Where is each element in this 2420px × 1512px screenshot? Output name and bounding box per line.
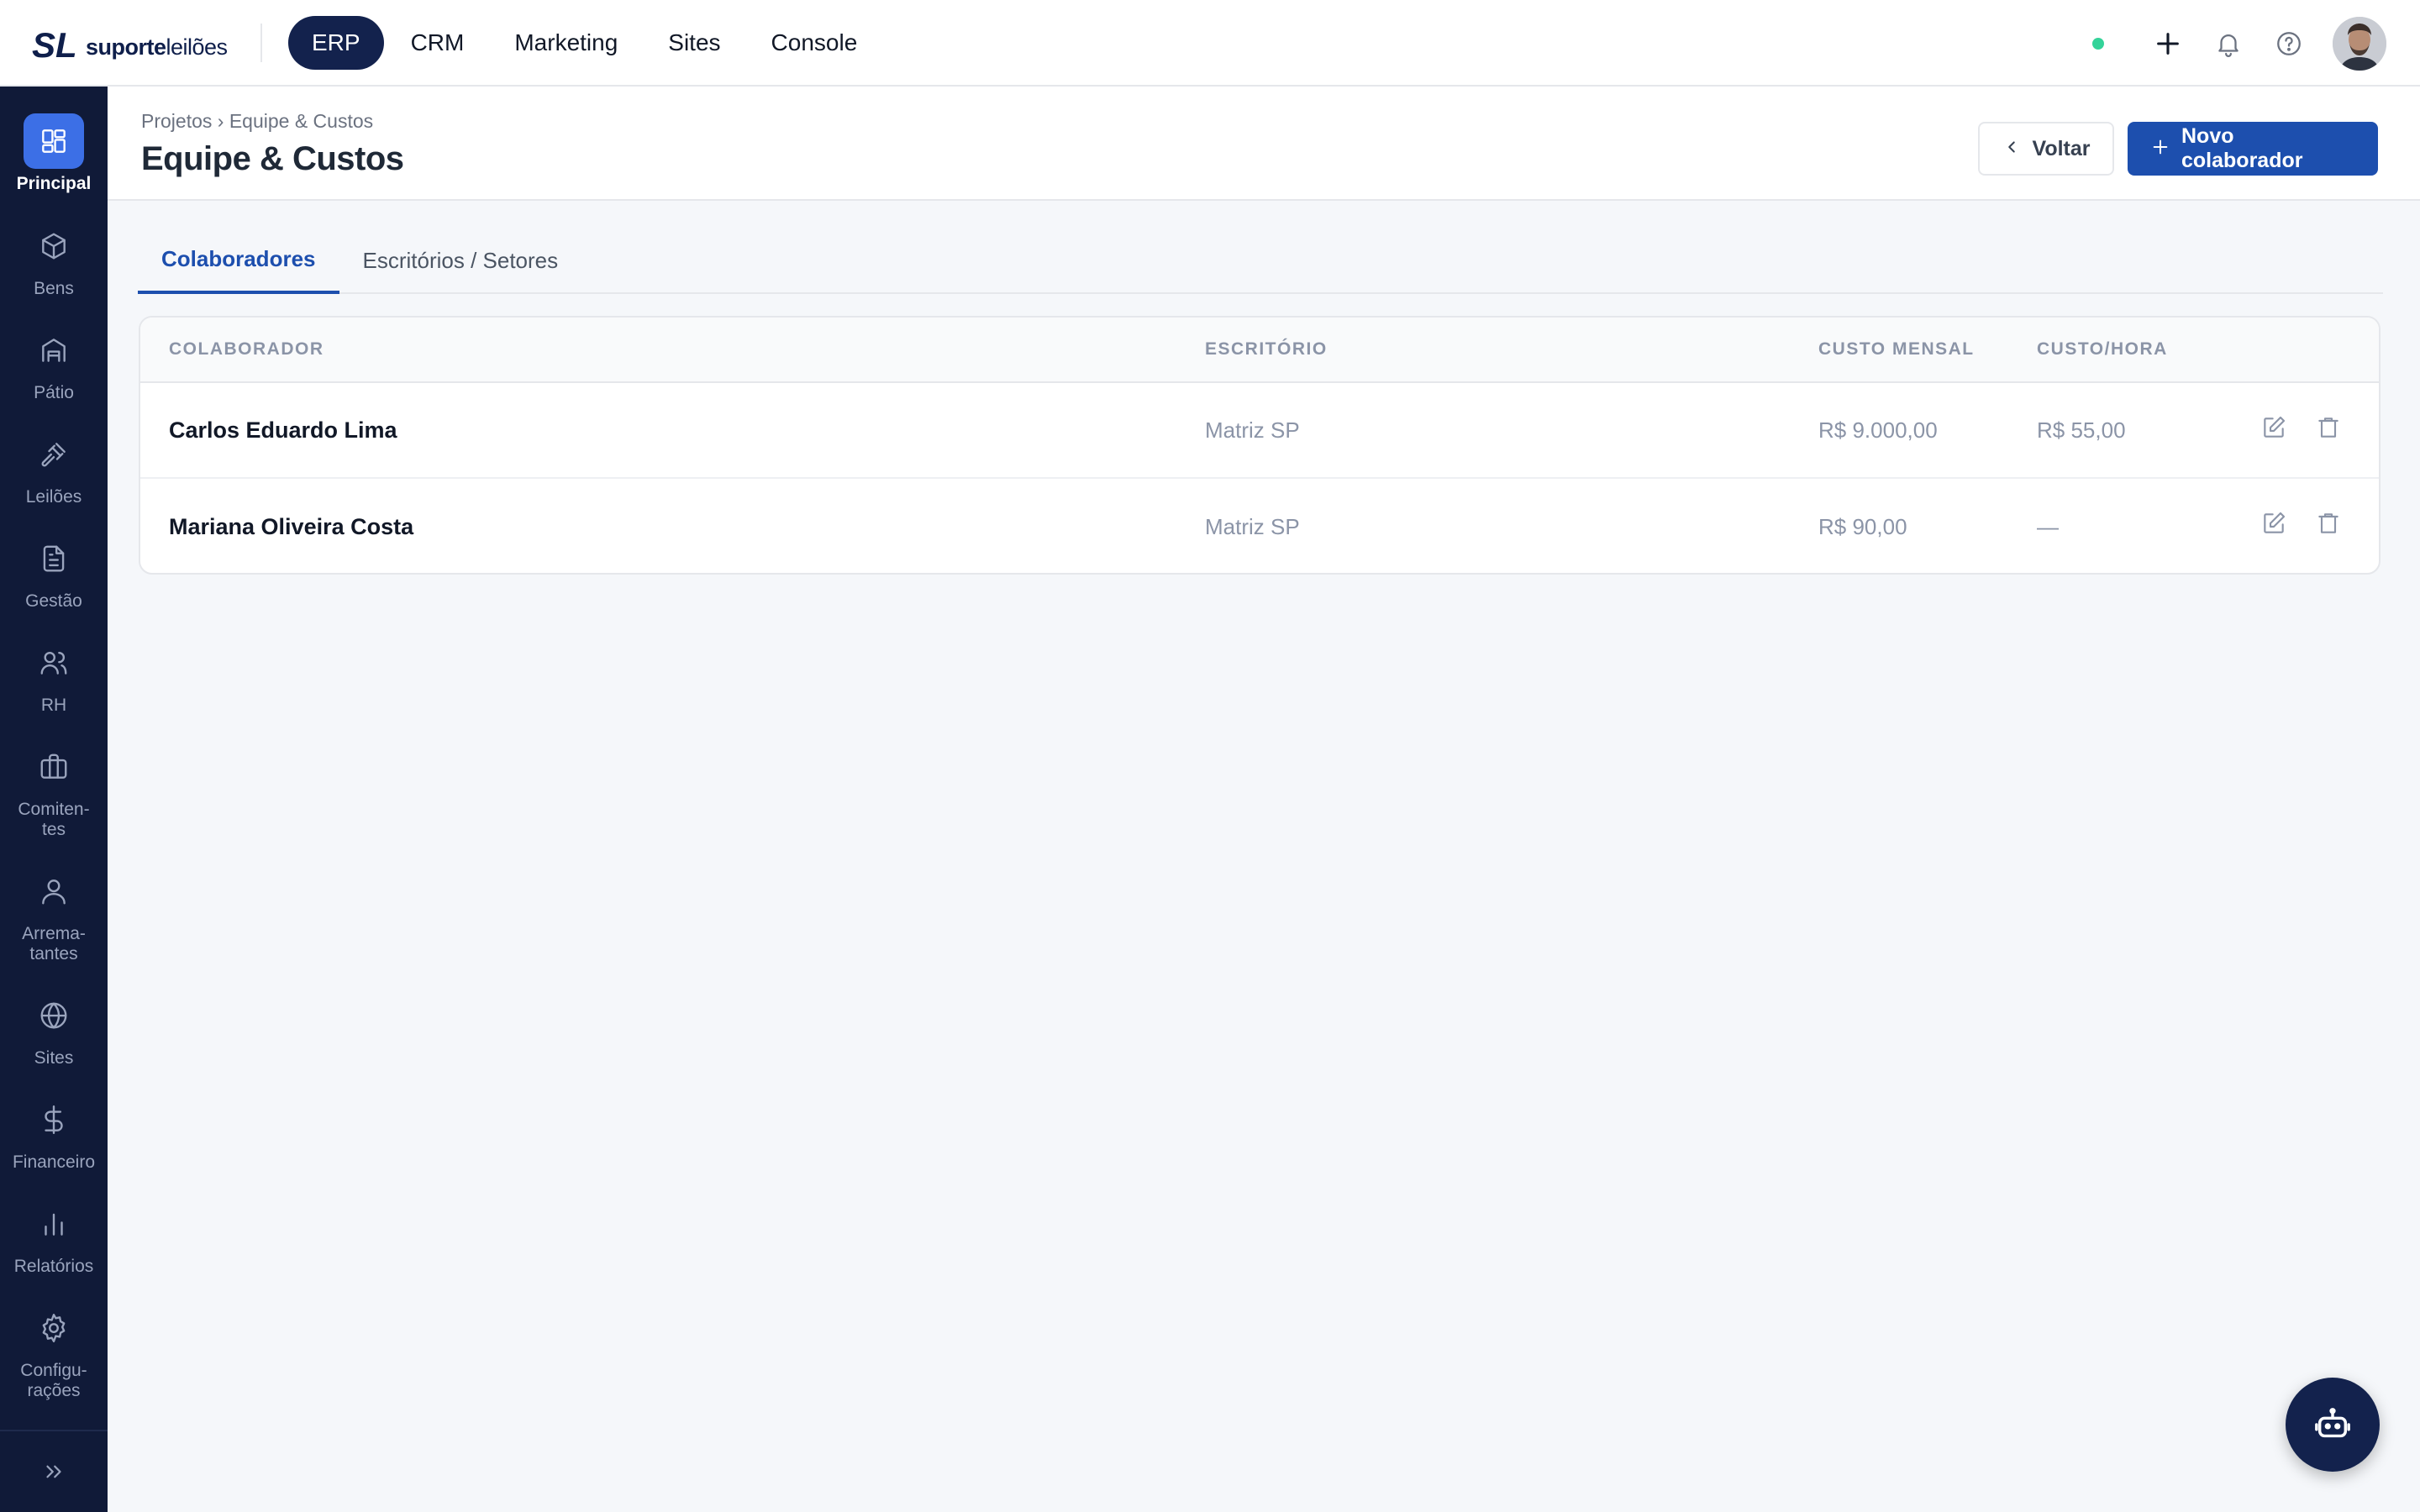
collaborators-table: COLABORADOR ESCRITÓRIO CUSTO MENSAL CUST… bbox=[139, 316, 2381, 575]
sidebar-item-label: Relatórios bbox=[13, 1257, 94, 1276]
gear-icon bbox=[24, 1300, 84, 1356]
sidebar-item-label: Sites bbox=[34, 1048, 74, 1068]
office-cell: Matriz SP bbox=[1205, 513, 1300, 539]
column-header-hourly-cost: CUSTO/HORA bbox=[2037, 339, 2168, 359]
tab-1[interactable]: Escritórios / Setores bbox=[339, 227, 582, 294]
sidebar-item-4[interactable]: Gestão bbox=[0, 531, 108, 635]
breadcrumb[interactable]: Projetos › Equipe & Custos bbox=[141, 110, 373, 133]
sidebar-item-2[interactable]: Pátio bbox=[0, 323, 108, 427]
office-cell: Matriz SP bbox=[1205, 417, 1300, 443]
sidebar-item-5[interactable]: RH bbox=[0, 635, 108, 739]
new-collaborator-button[interactable]: Novo colaborador bbox=[2128, 122, 2378, 176]
logo-mark-icon: SL bbox=[32, 25, 77, 64]
svg-text:SL: SL bbox=[32, 25, 77, 64]
sidebar-item-11[interactable]: Configu- rações bbox=[0, 1300, 108, 1425]
topnav-erp[interactable]: ERP bbox=[288, 16, 384, 70]
help-icon[interactable] bbox=[2274, 29, 2304, 59]
page-header: Projetos › Equipe & Custos Equipe & Cust… bbox=[108, 87, 2420, 201]
sidebar-item-label: Comiten- tes bbox=[18, 800, 90, 839]
plus-icon bbox=[2151, 135, 2170, 162]
brand-logo[interactable]: SL suporteleilões bbox=[32, 24, 228, 64]
bell-icon[interactable] bbox=[2213, 29, 2244, 59]
chevron-left-icon bbox=[2002, 135, 2021, 162]
sidebar-item-label: Principal bbox=[16, 174, 92, 193]
sidebar-item-3[interactable]: Leilões bbox=[0, 427, 108, 531]
tab-bar: Colaboradores Escritórios / Setores bbox=[138, 227, 2383, 294]
sidebar-item-8[interactable]: Sites bbox=[0, 988, 108, 1092]
online-status-indicator bbox=[2092, 38, 2104, 50]
brand-name: suporteleilões bbox=[86, 34, 228, 60]
document-icon bbox=[24, 531, 84, 586]
topbar-actions bbox=[2092, 17, 2386, 71]
edit-icon[interactable] bbox=[2260, 414, 2294, 448]
back-button-label: Voltar bbox=[2032, 136, 2091, 160]
column-header-monthly-cost: CUSTO MENSAL bbox=[1818, 339, 1975, 359]
robot-icon bbox=[2315, 1408, 2350, 1438]
topnav-sites[interactable]: Sites bbox=[644, 16, 744, 70]
plus-icon[interactable] bbox=[2153, 29, 2183, 59]
warehouse-icon bbox=[24, 323, 84, 378]
edit-icon[interactable] bbox=[2260, 510, 2294, 543]
trash-icon[interactable] bbox=[2315, 414, 2349, 448]
assistant-bot-button[interactable] bbox=[2286, 1378, 2380, 1472]
sidebar-item-label: Bens bbox=[34, 279, 74, 298]
gavel-icon bbox=[24, 427, 84, 482]
sidebar-item-10[interactable]: Relatórios bbox=[0, 1196, 108, 1300]
back-button[interactable]: Voltar bbox=[1978, 122, 2114, 176]
sidebar-item-9[interactable]: Financeiro bbox=[0, 1092, 108, 1196]
sidebar-item-label: Gestão bbox=[25, 591, 82, 611]
collaborator-name: Mariana Oliveira Costa bbox=[169, 513, 414, 539]
table-row[interactable]: Mariana Oliveira Costa Matriz SP R$ 90,00 — bbox=[140, 479, 2379, 573]
briefcase-icon bbox=[24, 739, 84, 795]
module-nav: ERP CRM Marketing Sites Console bbox=[288, 16, 884, 70]
topnav-console[interactable]: Console bbox=[748, 16, 881, 70]
sidebar-item-label: Financeiro bbox=[12, 1152, 96, 1172]
column-header-collaborator: COLABORADOR bbox=[169, 339, 324, 359]
expand-sidebar-button[interactable] bbox=[0, 1430, 108, 1512]
monthly-cost-cell: R$ 9.000,00 bbox=[1818, 417, 1938, 443]
box-icon bbox=[24, 218, 84, 274]
top-bar: SL suporteleilões ERP CRM Marketing Sites Co… bbox=[0, 0, 2420, 87]
sidebar: Principal Bens Pátio Leilões Gestão RH Comiten… bbox=[0, 87, 108, 1512]
sidebar-item-label: Arrema- tantes bbox=[22, 924, 86, 963]
bar-chart-icon bbox=[24, 1196, 84, 1252]
hourly-cost-cell: — bbox=[2037, 513, 2059, 539]
sidebar-item-6[interactable]: Comiten- tes bbox=[0, 739, 108, 864]
sidebar-item-7[interactable]: Arrema- tantes bbox=[0, 864, 108, 988]
page-title: Equipe & Custos bbox=[141, 140, 404, 177]
topnav-crm[interactable]: CRM bbox=[387, 16, 488, 70]
dollar-icon bbox=[24, 1092, 84, 1147]
tab-0[interactable]: Colaboradores bbox=[138, 227, 339, 294]
table-row[interactable]: Carlos Eduardo Lima Matriz SP R$ 9.000,00 R… bbox=[140, 383, 2379, 479]
topbar-divider bbox=[260, 24, 262, 62]
header-actions: Voltar Novo colaborador bbox=[1978, 122, 2378, 176]
trash-icon[interactable] bbox=[2315, 510, 2349, 543]
sidebar-item-1[interactable]: Bens bbox=[0, 218, 108, 323]
monthly-cost-cell: R$ 90,00 bbox=[1818, 513, 1907, 539]
dashboard-icon bbox=[24, 113, 84, 169]
sidebar-item-label: Configu- rações bbox=[20, 1361, 87, 1400]
sidebar-item-label: Leilões bbox=[25, 487, 82, 507]
table-header: COLABORADOR ESCRITÓRIO CUSTO MENSAL CUST… bbox=[140, 318, 2379, 383]
hourly-cost-cell: R$ 55,00 bbox=[2037, 417, 2126, 443]
new-collaborator-label: Novo colaborador bbox=[2181, 124, 2303, 172]
column-header-office: ESCRITÓRIO bbox=[1205, 339, 1328, 359]
collaborator-name: Carlos Eduardo Lima bbox=[169, 417, 397, 443]
sidebar-item-label: RH bbox=[40, 696, 67, 715]
sidebar-item-0[interactable]: Principal bbox=[0, 113, 108, 218]
double-chevron-right-icon bbox=[46, 1465, 61, 1478]
globe-icon bbox=[24, 988, 84, 1043]
user-icon bbox=[24, 864, 84, 919]
user-avatar[interactable] bbox=[2333, 17, 2386, 71]
topnav-marketing[interactable]: Marketing bbox=[491, 16, 641, 70]
users-icon bbox=[24, 635, 84, 690]
sidebar-item-label: Pátio bbox=[34, 383, 74, 402]
